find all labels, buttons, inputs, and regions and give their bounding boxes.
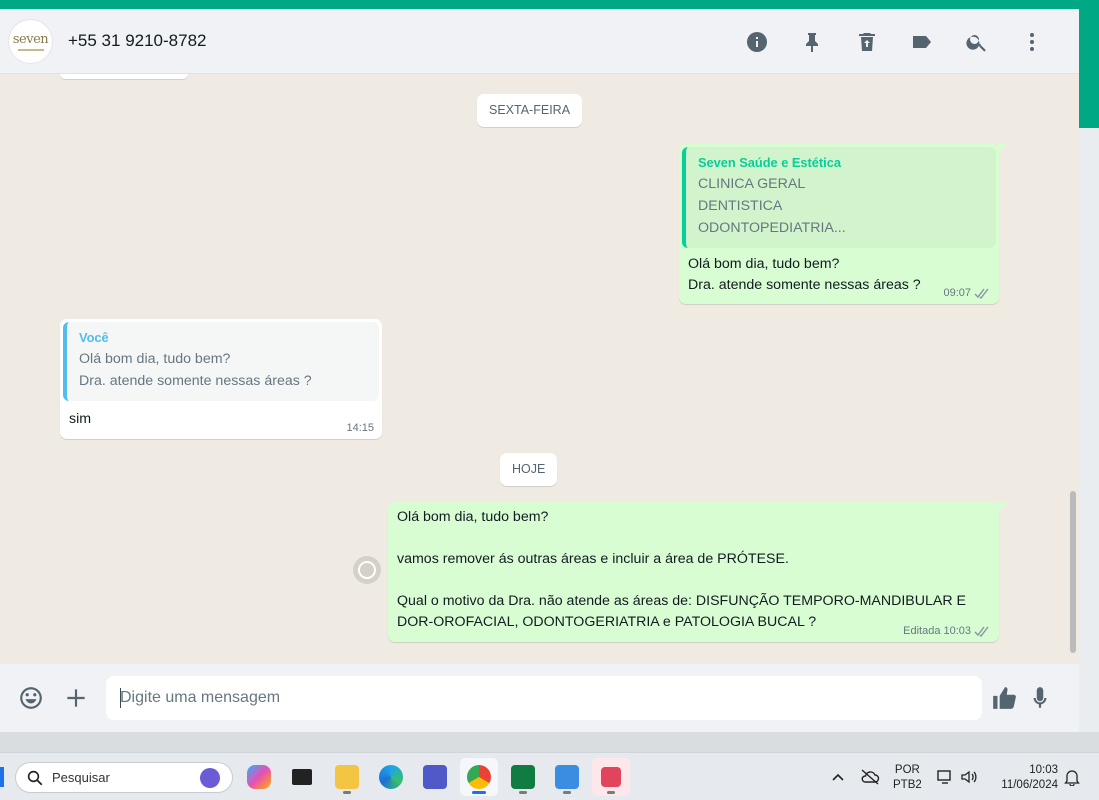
message-text: Olá bom dia, tudo bem? Dra. atende somen… bbox=[688, 256, 921, 293]
message-meta: 14:15 bbox=[346, 422, 374, 434]
taskbar: Pesquisar POR PTB2 10:03 11/06/2024 bbox=[0, 752, 1099, 800]
taskbar-search-box[interactable]: Pesquisar bbox=[15, 762, 233, 793]
message-list[interactable]: SEXTA-FEIRA Seven Saúde e Estética CLINI… bbox=[0, 74, 1079, 664]
taskbar-app-task-view[interactable] bbox=[283, 758, 321, 796]
quote-line: ODONTOPEDIATRIA... bbox=[698, 220, 846, 236]
message-composer bbox=[0, 664, 1079, 732]
message-meta: 09:07 bbox=[943, 287, 991, 299]
bubble-tail bbox=[998, 502, 1007, 512]
message-input[interactable] bbox=[106, 676, 982, 720]
taskbar-search-label: Pesquisar bbox=[52, 770, 110, 785]
running-indicator bbox=[343, 791, 351, 794]
chat-header: seven +55 31 9210-8782 bbox=[0, 9, 1079, 74]
folder-icon bbox=[335, 765, 359, 789]
quoted-message[interactable]: Seven Saúde e Estética CLINICA GERAL DEN… bbox=[682, 147, 996, 248]
running-indicator bbox=[519, 791, 527, 794]
notepad-icon bbox=[555, 765, 579, 789]
running-indicator bbox=[607, 791, 615, 794]
search-icon[interactable] bbox=[949, 22, 1004, 62]
snipping-tool-icon bbox=[601, 767, 621, 787]
taskbar-app-chrome[interactable] bbox=[460, 758, 498, 796]
message-time: 14:15 bbox=[346, 422, 374, 434]
window-right-panel bbox=[1079, 128, 1099, 732]
thumbs-up-icon[interactable] bbox=[988, 664, 1020, 732]
taskbar-app-copilot[interactable] bbox=[240, 758, 278, 796]
task-view-icon bbox=[292, 769, 312, 785]
taskbar-app-notepad[interactable] bbox=[548, 758, 586, 796]
quote-author: Seven Saúde e Estética bbox=[698, 155, 841, 170]
text-caret bbox=[120, 688, 121, 708]
smiley-icon bbox=[358, 561, 376, 579]
running-indicator bbox=[472, 791, 486, 794]
avatar-logo-text: seven bbox=[12, 31, 49, 47]
previous-message-bubble bbox=[60, 74, 188, 79]
pin-icon[interactable] bbox=[784, 22, 839, 62]
chrome-icon bbox=[467, 765, 491, 789]
menu-icon[interactable] bbox=[1004, 22, 1059, 62]
message-time: 09:07 bbox=[943, 287, 971, 299]
notification-bell-icon[interactable] bbox=[1064, 768, 1080, 786]
date-separator-friday: SEXTA-FEIRA bbox=[477, 94, 583, 127]
outgoing-message-2[interactable]: Olá bom dia, tudo bem? vamos remover ás … bbox=[388, 502, 1007, 642]
taskbar-app-teams[interactable] bbox=[416, 758, 454, 796]
message-text: Olá bom dia, tudo bem? vamos remover ás … bbox=[397, 509, 967, 630]
quote-author: Você bbox=[79, 330, 109, 345]
keyboard-layout: PTB2 bbox=[893, 779, 922, 791]
message-time: 10:03 bbox=[943, 625, 971, 637]
taskbar-app-excel[interactable] bbox=[504, 758, 542, 796]
taskbar-app-edge[interactable] bbox=[372, 758, 410, 796]
taskbar-app-snipping-tool[interactable] bbox=[592, 758, 630, 796]
taskbar-left-indicator bbox=[0, 767, 4, 787]
running-indicator bbox=[563, 791, 571, 794]
search-icon bbox=[27, 770, 43, 785]
edited-label: Editada bbox=[903, 625, 941, 637]
cloud-offline-icon[interactable] bbox=[860, 768, 880, 786]
quoted-message[interactable]: Você Olá bom dia, tudo bem? Dra. atende … bbox=[63, 322, 379, 401]
window-top-accent bbox=[0, 0, 1099, 9]
volume-icon[interactable] bbox=[960, 768, 978, 786]
language-code: POR bbox=[894, 764, 920, 776]
quote-line: Olá bom dia, tudo bem? bbox=[79, 351, 231, 367]
scrollbar-thumb[interactable] bbox=[1070, 491, 1076, 653]
whatsapp-chat-window: seven +55 31 9210-8782 SEXTA-FEIRA Seven… bbox=[0, 9, 1079, 732]
teams-icon bbox=[423, 765, 447, 789]
network-icon[interactable] bbox=[936, 768, 954, 786]
copilot-icon[interactable] bbox=[200, 768, 220, 788]
window-right-accent bbox=[1079, 9, 1099, 128]
date-separator-today: HOJE bbox=[500, 453, 558, 486]
incoming-message-1[interactable]: Você Olá bom dia, tudo bem? Dra. atende … bbox=[60, 319, 382, 439]
taskbar-app-file-explorer[interactable] bbox=[328, 758, 366, 796]
info-icon[interactable] bbox=[729, 22, 784, 62]
quote-line: Dra. atende somente nessas áreas ? bbox=[79, 373, 312, 389]
input-language-indicator[interactable]: POR PTB2 bbox=[893, 763, 922, 793]
attach-plus-icon[interactable] bbox=[60, 664, 92, 732]
read-ticks-icon bbox=[974, 288, 989, 299]
read-ticks-icon bbox=[974, 626, 989, 637]
microphone-icon[interactable] bbox=[1024, 664, 1056, 732]
message-text: sim bbox=[69, 411, 92, 427]
copilot-pre-icon bbox=[247, 765, 271, 789]
contact-name[interactable]: +55 31 9210-8782 bbox=[68, 31, 207, 51]
clock-date: 11/06/2024 bbox=[1001, 779, 1058, 791]
excel-icon bbox=[511, 765, 535, 789]
avatar-logo-underline bbox=[17, 48, 44, 51]
quote-line: DENTISTICA bbox=[698, 198, 783, 214]
outgoing-message-1[interactable]: Seven Saúde e Estética CLINICA GERAL DEN… bbox=[679, 144, 1007, 304]
delete-icon[interactable] bbox=[839, 22, 894, 62]
message-meta: Editada 10:03 bbox=[903, 625, 991, 637]
header-actions bbox=[729, 9, 1059, 74]
label-icon[interactable] bbox=[894, 22, 949, 62]
clock-time: 10:03 bbox=[1029, 764, 1058, 776]
quote-line: CLINICA GERAL bbox=[698, 176, 806, 192]
emoji-icon[interactable] bbox=[15, 664, 47, 732]
react-emoji-button[interactable] bbox=[353, 556, 381, 584]
chevron-up-icon[interactable] bbox=[831, 770, 845, 784]
bubble-tail bbox=[998, 144, 1007, 154]
system-clock[interactable]: 10:03 11/06/2024 bbox=[994, 763, 1058, 793]
edge-icon bbox=[379, 765, 403, 789]
contact-avatar[interactable]: seven bbox=[8, 18, 53, 64]
